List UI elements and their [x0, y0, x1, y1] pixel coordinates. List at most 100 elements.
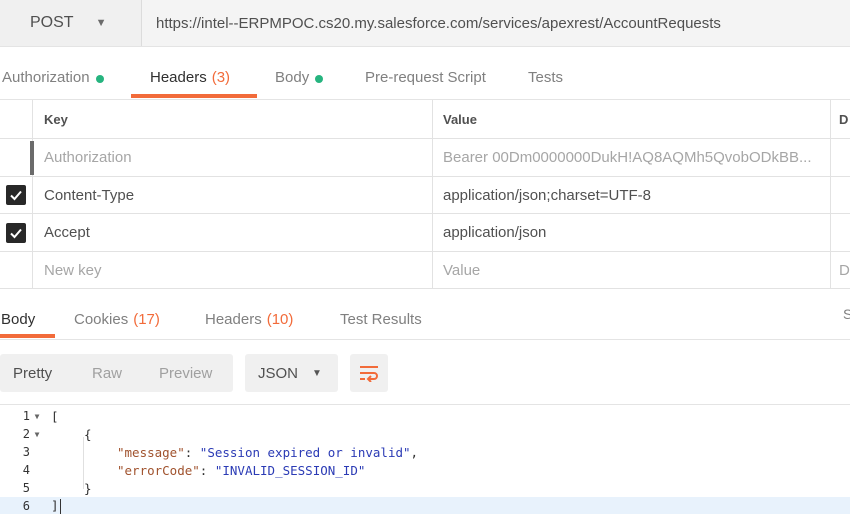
tab-test-results[interactable]: Test Results [340, 300, 422, 340]
code-text: "message": "Session expired or invalid", [117, 444, 419, 460]
line-number: 5 [22, 481, 30, 495]
line-number: 4 [22, 463, 30, 477]
closing-bracket: ] [51, 498, 59, 513]
row-checkbox-cell[interactable] [0, 139, 33, 176]
table-row: Accept application/json [0, 214, 850, 252]
chevron-down-icon: ▼ [95, 17, 107, 29]
header-description-cell[interactable] [831, 214, 850, 251]
line-number: 3 [22, 445, 30, 459]
line-number: 6 [22, 499, 30, 513]
code-line: 2 ▼ { [0, 425, 850, 443]
url-input[interactable]: https://intel--ERPMPOC.cs20.my.salesforc… [142, 0, 850, 46]
header-key-cell[interactable]: Accept [33, 214, 433, 251]
tab-count: (10) [266, 311, 294, 328]
row-checkbox-cell [0, 214, 33, 251]
request-bar: POST ▼ https://intel--ERPMPOC.cs20.my.sa… [0, 0, 850, 47]
method-select[interactable]: POST ▼ [0, 0, 142, 46]
new-header-row: New key Value D [0, 252, 850, 289]
new-value-input[interactable]: Value [433, 252, 831, 288]
checkbox-column-header [0, 100, 33, 138]
divider [0, 339, 850, 340]
tab-response-headers[interactable]: Headers (10) [205, 300, 293, 340]
response-toolbar: Pretty Raw Preview JSON ▼ [0, 354, 850, 392]
active-tab-underline [0, 334, 55, 338]
code-text: [ [51, 408, 59, 424]
line-number: 1 [22, 409, 30, 423]
json-key: "errorCode" [117, 462, 200, 478]
tab-label: Test Results [340, 311, 422, 328]
wrap-lines-icon [360, 366, 378, 382]
tab-label: Tests [528, 69, 564, 86]
method-label: POST [30, 14, 74, 31]
header-checkbox[interactable] [6, 185, 26, 205]
code-text: { [84, 426, 92, 442]
new-description-input[interactable]: D [831, 252, 850, 288]
tab-authorization[interactable]: Authorization [2, 60, 104, 100]
table-row: Content-Type application/json;charset=UT… [0, 177, 850, 214]
header-value-cell[interactable]: Bearer 00Dm0000000DukH!AQ8AQMh5QvobODkBB… [433, 139, 831, 176]
json-key: "message" [117, 444, 185, 460]
format-select[interactable]: JSON ▼ [245, 354, 338, 392]
header-key-cell[interactable]: Authorization [33, 139, 433, 176]
tab-label: Headers [150, 69, 207, 86]
fold-arrow-icon[interactable]: ▼ [30, 430, 44, 439]
code-text: "errorCode": "INVALID_SESSION_ID" [117, 462, 366, 478]
tab-label: Body [1, 311, 36, 328]
header-value-cell[interactable]: application/json;charset=UTF-8 [433, 177, 831, 213]
fold-arrow-icon[interactable]: ▼ [30, 412, 44, 421]
tab-label: Pre-request Script [365, 69, 486, 86]
tab-count: (17) [133, 311, 160, 328]
request-tabs: Authorization Headers (3) Body Pre-reque… [0, 60, 850, 100]
indent-guide [83, 437, 84, 489]
status-label: S [843, 306, 850, 322]
check-icon [10, 190, 22, 201]
code-line-current: 6 ] [0, 497, 850, 514]
tab-label: Body [275, 69, 310, 86]
text-cursor [59, 499, 61, 514]
json-string: "INVALID_SESSION_ID" [214, 462, 366, 478]
pretty-button[interactable]: Pretty [13, 354, 52, 392]
status-dot-icon [95, 75, 104, 83]
tab-count: (3) [211, 69, 231, 86]
tab-pre-request-script[interactable]: Pre-request Script [365, 60, 486, 100]
header-value-cell[interactable]: application/json [433, 214, 831, 251]
chevron-down-icon: ▼ [312, 367, 322, 379]
header-key-cell[interactable]: Content-Type [33, 177, 433, 213]
column-header-value: Value [433, 100, 831, 138]
row-checkbox-cell [0, 177, 33, 213]
table-header-row: Key Value D [0, 100, 850, 139]
line-number: 2 [22, 427, 30, 441]
response-body-viewer[interactable]: 1 ▼ [ 2 ▼ { 3 "message": "Session expire… [0, 404, 850, 514]
table-row: Authorization Bearer 00Dm0000000DukH!AQ8… [0, 139, 850, 177]
json-string: "Session expired or invalid" [199, 444, 411, 460]
column-header-description: D [839, 111, 849, 127]
header-checkbox[interactable] [6, 222, 26, 243]
wrap-lines-button[interactable] [350, 354, 388, 392]
code-line: 4 "errorCode": "INVALID_SESSION_ID" [0, 461, 850, 479]
format-label: JSON [258, 364, 299, 382]
column-header-key: Key [33, 100, 433, 138]
header-description-cell[interactable] [831, 177, 850, 213]
tab-headers[interactable]: Headers (3) [131, 60, 257, 100]
tab-label: Authorization [2, 69, 90, 86]
view-mode-group: Pretty Raw Preview [0, 354, 233, 392]
raw-button[interactable]: Raw [92, 354, 122, 392]
code-line: 3 "message": "Session expired or invalid… [0, 443, 850, 461]
tab-response-body[interactable]: Body [0, 300, 55, 340]
code-line: 5 } [0, 479, 850, 497]
tab-label: Cookies [74, 311, 129, 328]
tab-tests[interactable]: Tests [528, 60, 563, 100]
code-line: 1 ▼ [ [0, 407, 850, 425]
preview-button[interactable]: Preview [159, 354, 212, 392]
active-tab-underline [131, 94, 257, 98]
code-text: ] [51, 498, 61, 514]
header-description-cell[interactable] [831, 139, 850, 176]
status-dot-icon [315, 75, 324, 83]
tab-label: Headers [205, 311, 262, 328]
tab-cookies[interactable]: Cookies (17) [74, 300, 160, 340]
tab-body[interactable]: Body [275, 60, 324, 100]
new-key-input[interactable]: New key [33, 252, 433, 288]
check-icon [10, 228, 22, 238]
response-tabs: Body Cookies (17) Headers (10) Test Resu… [0, 300, 850, 340]
code-text: } [84, 480, 92, 496]
